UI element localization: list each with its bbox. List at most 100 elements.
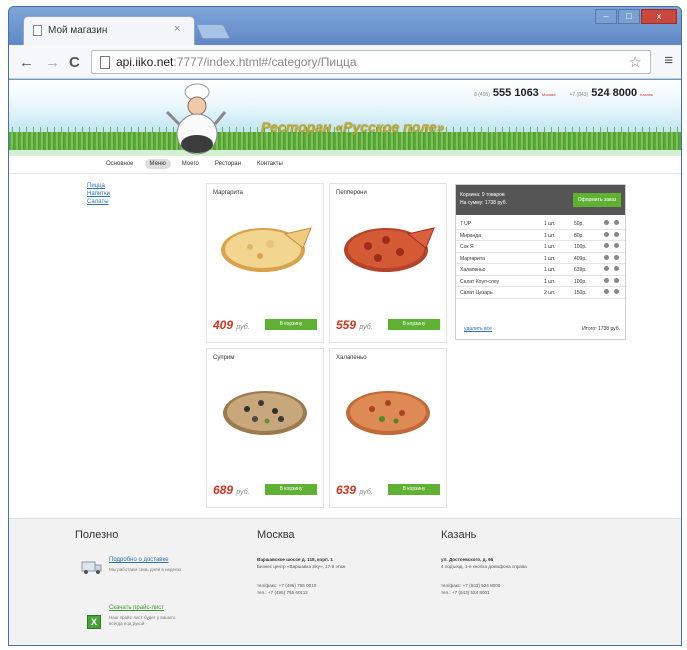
- item-qty: 1 шт.: [544, 255, 556, 262]
- footer-kazan-title: Казань: [441, 529, 477, 541]
- phone-number: 555 1063: [492, 87, 539, 99]
- site-header: 8 (495) 555 1063 Москва +7 (843) 524 800…: [9, 80, 681, 156]
- item-price: 50р.: [574, 221, 584, 227]
- back-arrow-icon[interactable]: ←: [19, 54, 34, 71]
- price-currency: руб.: [236, 489, 250, 496]
- item-name: 7 UP: [460, 221, 472, 227]
- page-viewport: 8 (495) 555 1063 Москва +7 (843) 524 800…: [9, 80, 681, 645]
- product-price: 409 руб.: [213, 318, 250, 332]
- price-value: 639: [336, 483, 357, 497]
- minus-icon[interactable]: [614, 243, 619, 248]
- pizza-image: [346, 391, 430, 435]
- phone-code: 8 (495): [474, 92, 490, 98]
- plus-icon[interactable]: [604, 254, 609, 260]
- phone-city: Москва: [541, 92, 556, 97]
- cart-panel: Корзина: 9 товаров На сумму: 1738 руб. О…: [455, 184, 626, 340]
- add-to-cart-button[interactable]: В корзину: [388, 484, 440, 495]
- minus-icon[interactable]: [614, 289, 619, 294]
- plus-icon[interactable]: [604, 266, 609, 271]
- pizza-image: [223, 391, 307, 435]
- browser-tab[interactable]: Мой магазин ×: [23, 16, 195, 46]
- window-controls: – □ x: [595, 9, 677, 24]
- browser-toolbar: ← → C api.iiko.net:7777/index.html#/cate…: [9, 45, 681, 79]
- item-qty: 2 шт.: [544, 290, 556, 296]
- moscow-address: Варшавское шоссе д. 118, корп. 1: [257, 557, 333, 562]
- minus-icon[interactable]: [614, 277, 619, 283]
- site-title: Ресторан «Русское поле»: [261, 119, 445, 135]
- phone-code: +7 (843): [569, 92, 589, 98]
- clear-cart-link[interactable]: удалить все: [464, 326, 492, 332]
- price-currency: руб.: [359, 324, 373, 331]
- add-to-cart-button[interactable]: В корзину: [265, 484, 317, 495]
- footer-useful-title: Полезно: [75, 529, 119, 541]
- price-value: 689: [213, 483, 234, 497]
- product-name: Пепперони: [336, 190, 367, 196]
- kazan-phone: тел.: +7 (843) 524 8001: [441, 590, 490, 595]
- cart-row: Халапеньо 1 шт. 639р.: [456, 264, 625, 276]
- item-price: 150р.: [574, 290, 587, 296]
- price-list-note: всегда под рукой: [109, 621, 145, 626]
- url-path: :7777/index.html#/category/Пицца: [173, 55, 357, 69]
- item-qty: 1 шт.: [544, 232, 556, 239]
- url-host: api.iiko.net: [116, 55, 174, 69]
- cart-row: Маргарита 1 шт. 409р.: [456, 253, 625, 264]
- category-link[interactable]: Салаты: [87, 199, 110, 205]
- category-link[interactable]: Напитки: [87, 191, 110, 197]
- cart-summary: Корзина: 9 товаров На сумму: 1738 руб.: [460, 191, 507, 207]
- delivery-link[interactable]: Подробно о доставке: [109, 557, 169, 563]
- add-to-cart-button[interactable]: В корзину: [388, 319, 440, 330]
- page-icon: [33, 25, 42, 36]
- minus-icon[interactable]: [614, 254, 619, 260]
- pizza-image: [344, 227, 435, 272]
- nav-item-active[interactable]: Меню: [144, 159, 171, 169]
- chef-logo: [165, 83, 227, 155]
- price-currency: руб.: [236, 324, 250, 331]
- bookmark-star-icon[interactable]: ☆: [629, 53, 642, 71]
- cart-items: 7 UP 1 шт. 50р. Миранда 1 шт. 80р. Сок Я 1 шт…: [456, 218, 625, 299]
- browser-menu-icon[interactable]: ≡: [664, 52, 673, 69]
- item-price: 409р.: [574, 255, 587, 262]
- page-icon: [100, 56, 110, 69]
- maximize-button[interactable]: □: [618, 9, 640, 24]
- nav-item[interactable]: Ресторан: [210, 159, 246, 169]
- product-name: Халапеньо: [336, 355, 367, 361]
- new-tab-button[interactable]: [195, 24, 231, 39]
- price-currency: руб.: [359, 489, 373, 496]
- add-to-cart-button[interactable]: В корзину: [265, 319, 317, 330]
- minus-icon[interactable]: [614, 266, 619, 271]
- checkout-button[interactable]: Оформить заказ: [573, 193, 621, 207]
- product-price: 559 руб.: [336, 318, 373, 332]
- item-qty: 1 шт.: [544, 221, 556, 227]
- forward-arrow-icon[interactable]: →: [45, 54, 60, 71]
- cart-row: Салат Коул-слоу 1 шт. 100р.: [456, 276, 625, 287]
- plus-icon[interactable]: [604, 220, 609, 225]
- nav-item[interactable]: Основное: [101, 159, 139, 169]
- item-name: Салат Коул-слоу: [460, 278, 500, 285]
- item-name: Миранда: [460, 232, 481, 239]
- item-price: 100р.: [574, 278, 587, 285]
- minus-icon[interactable]: [614, 231, 619, 237]
- moscow-phone: тел/факс: +7 (495) 755 0010: [257, 583, 317, 588]
- item-name: Халапеньо: [460, 267, 486, 273]
- plus-icon[interactable]: [604, 289, 609, 294]
- price-value: 409: [213, 318, 234, 332]
- product-card: Суприм 689 руб. В корзину: [206, 348, 324, 508]
- plus-icon[interactable]: [604, 243, 609, 248]
- minimize-button[interactable]: –: [595, 9, 617, 24]
- url-text[interactable]: api.iiko.net:7777/index.html#/category/П…: [116, 55, 357, 69]
- close-tab-icon[interactable]: ×: [174, 23, 180, 35]
- plus-icon[interactable]: [604, 277, 609, 283]
- category-link[interactable]: Пицца: [87, 183, 110, 189]
- reload-icon[interactable]: C: [69, 54, 80, 71]
- nav-item[interactable]: Контакты: [252, 159, 288, 169]
- address-bar[interactable]: api.iiko.net:7777/index.html#/category/П…: [91, 50, 651, 74]
- cart-header: Корзина: 9 товаров На сумму: 1738 руб. О…: [456, 185, 625, 215]
- close-window-button[interactable]: x: [641, 9, 677, 24]
- nav-item[interactable]: Моего: [177, 159, 204, 169]
- cart-row: Салат Цезарь 2 шт. 150р.: [456, 287, 625, 299]
- minus-icon[interactable]: [614, 220, 619, 225]
- item-name: Маргарита: [460, 255, 485, 262]
- plus-icon[interactable]: [604, 231, 609, 237]
- price-list-link[interactable]: Скачать прайс-лист: [109, 605, 164, 611]
- cart-row: Сок Я 1 шт. 100р.: [456, 241, 625, 253]
